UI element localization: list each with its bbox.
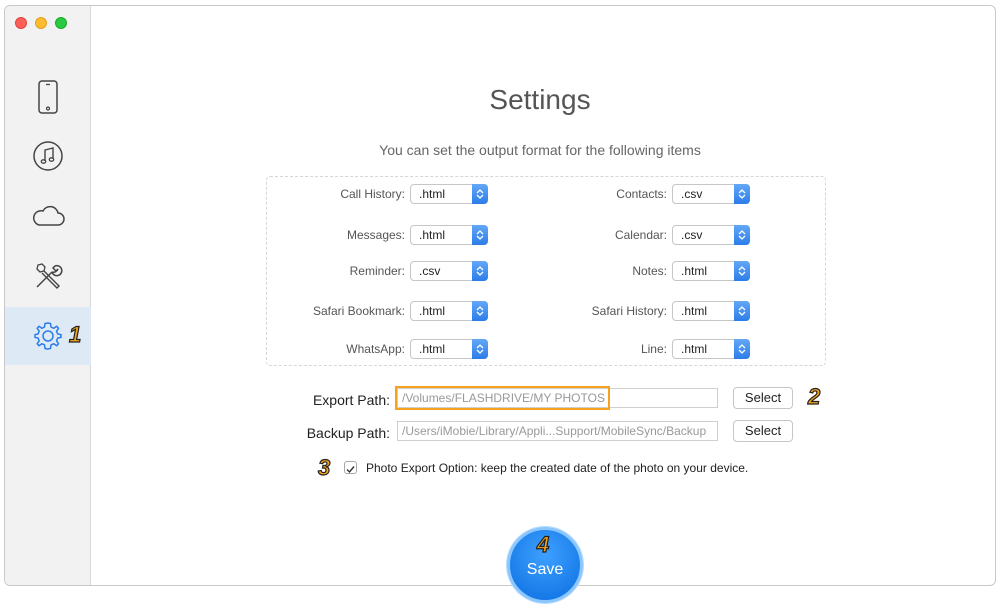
format-value: .html: [419, 304, 446, 318]
format-row-contacts: Contacts: .csv: [616, 184, 750, 204]
annotation-1: 1: [68, 322, 82, 347]
format-value: .html: [681, 342, 708, 356]
phone-icon: [37, 80, 59, 114]
backup-path-field[interactable]: /Users/iMobie/Library/Appli...Support/Mo…: [397, 421, 718, 441]
format-label: Line:: [640, 342, 667, 356]
close-window-button[interactable]: [15, 17, 27, 29]
format-value: .html: [419, 342, 446, 356]
export-select-button[interactable]: Select: [733, 387, 793, 409]
stepper-arrows-icon: [734, 184, 750, 204]
sidebar: 1: [5, 6, 91, 585]
format-label: Contacts:: [616, 187, 667, 201]
format-select-safari-history[interactable]: .html: [672, 301, 750, 321]
format-label: Safari Bookmark:: [312, 304, 405, 318]
format-value: .html: [419, 187, 446, 201]
format-select-contacts[interactable]: .csv: [672, 184, 750, 204]
format-value: .csv: [681, 228, 703, 242]
format-label: Calendar:: [614, 228, 667, 242]
export-path-highlight: [395, 386, 610, 410]
format-row-safari-bookmark: Safari Bookmark: .html: [313, 301, 488, 321]
format-row-notes: Notes: .html: [632, 261, 750, 281]
annotation-2: 2: [807, 384, 821, 409]
save-button-label: Save: [526, 561, 564, 578]
format-select-messages[interactable]: .html: [410, 225, 488, 245]
stepper-arrows-icon: [734, 261, 750, 281]
format-label: Messages:: [346, 228, 405, 242]
format-select-calendar[interactable]: .csv: [672, 225, 750, 245]
format-select-whatsapp[interactable]: .html: [410, 339, 488, 359]
page-subtitle: You can set the output format for the fo…: [379, 142, 701, 158]
page-title: Settings: [489, 84, 591, 115]
zoom-window-button[interactable]: [55, 17, 67, 29]
format-label: Notes:: [632, 264, 667, 278]
format-row-safari-history: Safari History: .html: [592, 301, 750, 321]
annotation-4: 4: [536, 532, 550, 557]
sidebar-item-tools[interactable]: [5, 247, 91, 305]
format-label: WhatsApp:: [346, 342, 405, 356]
format-value: .csv: [681, 187, 703, 201]
gear-icon: [32, 320, 64, 352]
sidebar-item-music[interactable]: [5, 127, 91, 185]
format-row-messages: Messages: .html: [347, 225, 488, 245]
sidebar-item-icloud[interactable]: [5, 187, 91, 245]
format-select-call-history[interactable]: .html: [410, 184, 488, 204]
format-value: .html: [681, 264, 708, 278]
cloud-icon: [30, 204, 66, 228]
sidebar-item-device[interactable]: [5, 68, 91, 126]
annotation-3: 3: [317, 455, 331, 480]
stepper-arrows-icon: [472, 225, 488, 245]
stepper-arrows-icon: [472, 339, 488, 359]
format-row-whatsapp: WhatsApp: .html: [346, 339, 488, 359]
format-label: Reminder:: [349, 264, 405, 278]
stepper-arrows-icon: [472, 261, 488, 281]
format-label: Safari History:: [591, 304, 667, 318]
format-value: .html: [419, 228, 446, 242]
stepper-arrows-icon: [734, 225, 750, 245]
photo-export-checkbox[interactable]: [344, 461, 357, 474]
tools-icon: [32, 260, 64, 292]
stepper-arrows-icon: [472, 301, 488, 321]
format-row-calendar: Calendar: .csv: [615, 225, 750, 245]
music-note-icon: [32, 140, 64, 172]
backup-path-label: Backup Path:: [306, 425, 390, 441]
format-select-reminder[interactable]: .csv: [410, 261, 488, 281]
photo-export-option-label: Photo Export Option: keep the created da…: [366, 461, 749, 475]
format-select-safari-bookmark[interactable]: .html: [410, 301, 488, 321]
backup-select-button[interactable]: Select: [733, 420, 793, 442]
export-path-label: Export Path:: [312, 392, 390, 408]
stepper-arrows-icon: [734, 339, 750, 359]
format-select-line[interactable]: .html: [672, 339, 750, 359]
format-row-reminder: Reminder: .csv: [350, 261, 488, 281]
minimize-window-button[interactable]: [35, 17, 47, 29]
format-value: .csv: [419, 264, 441, 278]
stepper-arrows-icon: [734, 301, 750, 321]
format-select-notes[interactable]: .html: [672, 261, 750, 281]
format-row-call-history: Call History: .html: [340, 184, 488, 204]
format-row-line: Line: .html: [641, 339, 750, 359]
format-label: Call History:: [340, 187, 405, 201]
stepper-arrows-icon: [472, 184, 488, 204]
format-value: .html: [681, 304, 708, 318]
checkmark-icon: [346, 466, 355, 474]
